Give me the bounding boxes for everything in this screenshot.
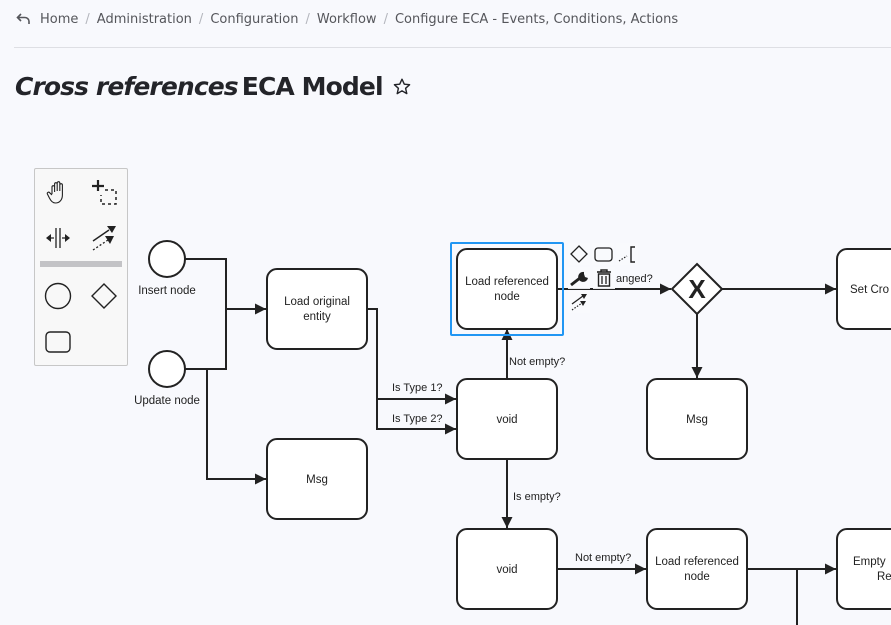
event-label: Update node xyxy=(134,395,200,407)
gateway-x-marker: X xyxy=(688,274,706,304)
event-label: Insert node xyxy=(138,285,196,297)
page-title: Cross references ECA Model xyxy=(15,72,412,101)
connect-button[interactable] xyxy=(568,291,590,313)
task-label: Load referenced xyxy=(465,276,549,288)
create-start-event-button[interactable] xyxy=(40,278,76,314)
start-event-update-node[interactable]: Update node xyxy=(134,350,200,407)
append-gateway-button[interactable] xyxy=(568,243,590,265)
task-void-2[interactable]: void xyxy=(456,528,558,610)
context-pad xyxy=(566,242,642,314)
exclusive-gateway[interactable]: X xyxy=(670,262,724,316)
task-void-1[interactable]: void xyxy=(456,378,558,460)
task-label: node xyxy=(684,571,710,583)
header-divider xyxy=(14,47,891,48)
breadcrumb-workflow[interactable]: Workflow xyxy=(317,12,377,27)
flow-update-to-load xyxy=(185,309,227,370)
breadcrumb-separator: / xyxy=(383,11,388,27)
edge-label-is-empty: Is empty? xyxy=(513,491,561,503)
task-label: Load referenced xyxy=(655,556,739,568)
edge-label-not-empty-2: Not empty? xyxy=(575,552,631,564)
global-connect-tool-button[interactable] xyxy=(86,220,122,256)
hand-icon xyxy=(46,181,63,204)
flow-update-to-msg xyxy=(206,369,266,485)
flow-insert-to-load xyxy=(185,258,266,315)
bpmn-canvas[interactable]: Is Type 1? Is Type 2? Not empty? Is empt… xyxy=(0,130,891,625)
task-label: Msg xyxy=(306,474,328,486)
rounded-rect-icon xyxy=(45,331,71,353)
edge-label-not-empty: Not empty? xyxy=(509,356,565,368)
task-label: entity xyxy=(303,311,331,323)
task-set-cross[interactable]: Set Cro xyxy=(836,248,891,330)
wrench-icon xyxy=(570,271,588,287)
palette-separator xyxy=(40,261,122,267)
task-label: void xyxy=(496,414,517,426)
append-text-annotation-button[interactable] xyxy=(616,243,638,265)
diamond-icon xyxy=(570,245,588,263)
create-gateway-button[interactable] xyxy=(86,278,122,314)
space-tool-button[interactable] xyxy=(40,220,76,256)
breadcrumb-configure-eca[interactable]: Configure ECA - Events, Conditions, Acti… xyxy=(395,12,678,27)
delete-button[interactable] xyxy=(593,267,615,289)
task-label: node xyxy=(494,291,520,303)
task-label: void xyxy=(496,564,517,576)
diamond-icon xyxy=(91,283,117,309)
breadcrumb: Home / Administration / Configuration / … xyxy=(16,9,678,29)
page-title-rest: ECA Model xyxy=(241,72,384,101)
task-load-referenced-node-selected[interactable]: Load referenced node xyxy=(450,242,564,336)
task-label: Set Cro xyxy=(850,284,889,296)
breadcrumb-home[interactable]: Home xyxy=(40,12,78,27)
change-type-button[interactable] xyxy=(568,267,590,289)
create-task-button[interactable] xyxy=(40,324,76,360)
task-load-original-entity[interactable]: Load original entity xyxy=(266,268,368,350)
task-load-referenced-node-2[interactable]: Load referenced node xyxy=(646,528,748,610)
edge-label-is-type-1: Is Type 1? xyxy=(392,382,443,394)
hand-tool-button[interactable] xyxy=(40,174,76,210)
space-tool-icon xyxy=(46,228,70,248)
trash-icon xyxy=(597,269,611,287)
text-annotation-icon xyxy=(618,246,635,263)
task-msg-2[interactable]: Msg xyxy=(646,378,748,460)
append-task-button[interactable] xyxy=(592,243,614,265)
breadcrumb-separator: / xyxy=(305,11,310,27)
page-title-emphasis: Cross references xyxy=(15,72,239,101)
connect-icon xyxy=(92,226,116,251)
lasso-tool-button[interactable] xyxy=(86,174,122,210)
tool-palette xyxy=(34,168,128,366)
back-arrow-icon[interactable] xyxy=(16,11,32,27)
breadcrumb-configuration[interactable]: Configuration xyxy=(210,12,298,27)
task-empty-re[interactable]: Empty Re xyxy=(836,528,891,610)
task-label: Load original xyxy=(284,296,350,308)
breadcrumb-separator: / xyxy=(85,11,90,27)
breadcrumb-separator: / xyxy=(198,11,204,27)
circle-icon xyxy=(44,282,72,310)
edge-label-is-type-2: Is Type 2? xyxy=(392,413,443,425)
task-label: Re xyxy=(877,571,891,583)
start-event-insert-node[interactable]: Insert node xyxy=(138,240,196,297)
task-label: Msg xyxy=(686,414,708,426)
rounded-rect-icon xyxy=(594,247,613,262)
lasso-icon xyxy=(92,180,117,205)
star-outline-icon[interactable] xyxy=(392,77,412,97)
task-msg-1[interactable]: Msg xyxy=(266,438,368,520)
connect-icon xyxy=(571,294,587,311)
task-label: Empty xyxy=(853,556,886,568)
breadcrumb-administration[interactable]: Administration xyxy=(97,12,192,27)
